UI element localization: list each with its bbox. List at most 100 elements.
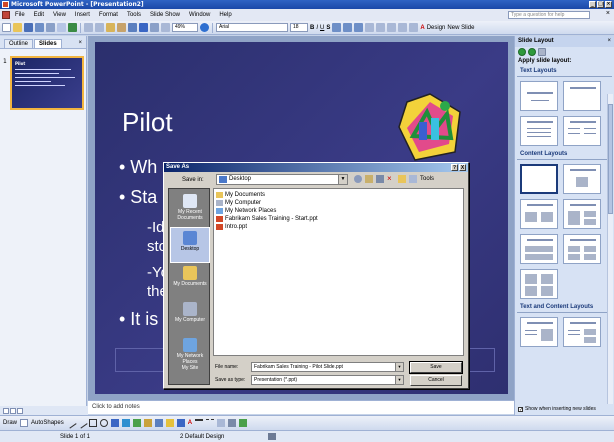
- numbering-icon[interactable]: [365, 23, 375, 32]
- bold-button[interactable]: B: [310, 25, 314, 31]
- menu-help[interactable]: Help: [219, 12, 231, 18]
- decrease-font-icon[interactable]: [398, 23, 408, 32]
- oval-icon[interactable]: [99, 419, 108, 427]
- layout-title-text[interactable]: [520, 116, 558, 146]
- help-question-input[interactable]: Type a question for help: [508, 11, 590, 19]
- show-when-inserting-checkbox[interactable]: ✓: [518, 406, 523, 412]
- help-icon[interactable]: [200, 23, 209, 32]
- menu-slide-show[interactable]: Slide Show: [150, 12, 180, 18]
- indent-icon[interactable]: [409, 23, 419, 32]
- task-pane-close-icon[interactable]: ×: [607, 38, 611, 44]
- save-icon[interactable]: [24, 23, 33, 32]
- shadow-button[interactable]: S: [326, 25, 330, 31]
- menu-edit[interactable]: Edit: [34, 12, 44, 18]
- line-color-icon[interactable]: [176, 419, 185, 427]
- place-my-recent-documents[interactable]: My Recent Documents: [170, 191, 210, 227]
- menu-file[interactable]: File: [15, 12, 25, 18]
- layout-content-grid[interactable]: [520, 269, 558, 299]
- place-my-computer[interactable]: My Computer: [170, 299, 210, 335]
- pane-close-icon[interactable]: ×: [78, 40, 82, 46]
- arrow-style-icon[interactable]: [217, 419, 226, 427]
- font-size-combo[interactable]: 18: [290, 23, 308, 32]
- forward-icon[interactable]: [528, 48, 536, 56]
- slide-bullet[interactable]: • Wh: [119, 157, 157, 178]
- file-item[interactable]: My Documents: [216, 191, 461, 199]
- autoshapes-menu[interactable]: AutoShapes: [31, 420, 64, 426]
- place-desktop[interactable]: Desktop: [170, 227, 210, 263]
- align-left-icon[interactable]: [332, 23, 342, 32]
- line-style-icon[interactable]: [195, 419, 204, 427]
- dialog-help-button[interactable]: ?: [451, 164, 458, 171]
- slide-bullet[interactable]: • It is: [119, 309, 158, 330]
- task-pane-scrollbar[interactable]: [607, 94, 613, 404]
- layout-title-slide[interactable]: [520, 81, 558, 111]
- home-icon[interactable]: [538, 48, 546, 56]
- menu-window[interactable]: Window: [189, 12, 210, 18]
- new-icon[interactable]: [2, 23, 11, 32]
- layout-two-column-text[interactable]: [563, 116, 601, 146]
- clip-art-icon[interactable]: [143, 419, 152, 427]
- rectangle-icon[interactable]: [88, 419, 97, 427]
- open-icon[interactable]: [13, 23, 22, 32]
- layout-title-content-two[interactable]: [563, 199, 601, 229]
- place-my-site[interactable]: My Site: [170, 365, 210, 385]
- file-list[interactable]: My Documents My Computer My Network Plac…: [213, 188, 464, 356]
- layout-text-content[interactable]: [520, 317, 558, 347]
- cancel-button[interactable]: Cancel: [410, 375, 462, 386]
- copy-icon[interactable]: [95, 23, 104, 32]
- draw-menu[interactable]: Draw: [3, 420, 17, 426]
- arrow-icon[interactable]: [76, 417, 88, 429]
- text-box-icon[interactable]: [110, 419, 119, 427]
- menu-view[interactable]: View: [53, 12, 66, 18]
- 3d-style-icon[interactable]: [239, 419, 248, 427]
- task-pane-title[interactable]: Slide Layout: [518, 38, 554, 44]
- chevron-down-icon[interactable]: ▼: [338, 175, 347, 184]
- menu-insert[interactable]: Insert: [75, 12, 90, 18]
- align-center-icon[interactable]: [343, 23, 353, 32]
- file-name-input[interactable]: Fabrikam Sales Training - Pilot Slide.pp…: [251, 362, 404, 372]
- design-button[interactable]: Design: [427, 25, 446, 31]
- italic-button[interactable]: I: [316, 25, 318, 31]
- file-item[interactable]: Fabrikam Sales Training - Start.ppt: [216, 215, 461, 223]
- font-combo[interactable]: Arial: [216, 23, 288, 32]
- normal-view-icon[interactable]: [3, 407, 9, 414]
- notes-pane[interactable]: Click to add notes: [88, 400, 514, 414]
- layout-text-two-content[interactable]: [563, 317, 601, 347]
- menu-format[interactable]: Format: [99, 12, 118, 18]
- layout-title-two-content-over[interactable]: [520, 234, 558, 264]
- dash-style-icon[interactable]: [206, 419, 215, 427]
- insert-table-icon[interactable]: [150, 23, 159, 32]
- diagram-icon[interactable]: [132, 419, 141, 427]
- slide-sorter-icon[interactable]: [10, 407, 16, 414]
- tools-menu[interactable]: Tools: [420, 176, 434, 182]
- underline-button[interactable]: U: [320, 25, 324, 31]
- shadow-style-icon[interactable]: [228, 419, 237, 427]
- cut-icon[interactable]: [84, 23, 93, 32]
- layout-title-only[interactable]: [563, 81, 601, 111]
- grid-icon[interactable]: [161, 23, 170, 32]
- search-web-icon[interactable]: [376, 175, 384, 183]
- permission-icon[interactable]: [35, 23, 44, 32]
- align-right-icon[interactable]: [354, 23, 364, 32]
- select-pointer-icon[interactable]: [20, 419, 29, 427]
- layout-title-four-content[interactable]: [563, 234, 601, 264]
- dialog-close-button[interactable]: X: [459, 164, 466, 171]
- document-icon[interactable]: [2, 11, 10, 19]
- views-icon[interactable]: [409, 175, 417, 183]
- picture-icon[interactable]: [154, 419, 163, 427]
- scrollbar-thumb[interactable]: [608, 104, 613, 214]
- chevron-down-icon[interactable]: ▼: [395, 363, 403, 371]
- file-item[interactable]: Intro.ppt: [216, 223, 461, 231]
- save-in-combo[interactable]: Desktop ▼: [216, 174, 348, 185]
- back-icon[interactable]: [354, 175, 362, 183]
- clipart-image[interactable]: [395, 92, 465, 162]
- layout-title-two-content[interactable]: [520, 199, 558, 229]
- save-button[interactable]: Save: [409, 361, 463, 374]
- increase-font-icon[interactable]: [387, 23, 397, 32]
- file-item[interactable]: My Computer: [216, 199, 461, 207]
- close-document-icon[interactable]: ×: [606, 10, 610, 17]
- place-my-documents[interactable]: My Documents: [170, 263, 210, 299]
- tab-outline[interactable]: Outline: [4, 39, 34, 48]
- slide-show-icon[interactable]: [17, 407, 23, 414]
- chevron-down-icon[interactable]: ▼: [395, 376, 403, 384]
